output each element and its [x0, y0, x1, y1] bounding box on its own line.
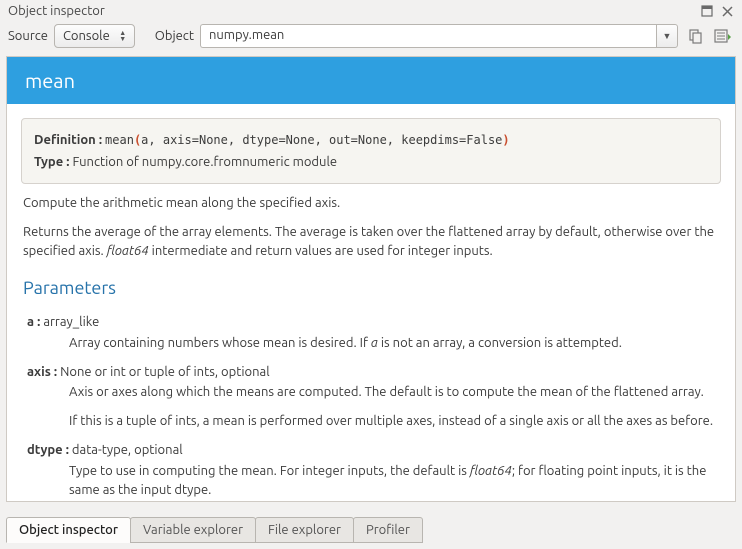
param-dtype-desc: Type to use in computing the mean. For i…	[69, 462, 719, 500]
type-label: Type :	[34, 155, 69, 169]
param-a: a : array_like	[27, 313, 719, 332]
object-dropdown-button[interactable]: ▼	[656, 24, 678, 48]
source-label: Source	[8, 29, 48, 43]
param-axis-desc1: Axis or axes along which the means are c…	[69, 383, 719, 402]
tab-file-explorer[interactable]: File explorer	[255, 517, 354, 543]
param-dtype: dtype : data-type, optional	[27, 441, 719, 460]
copy-icon[interactable]	[684, 25, 706, 47]
object-label: Object	[155, 29, 194, 43]
titlebar: Object inspector	[0, 0, 742, 20]
object-value: numpy.mean	[209, 28, 284, 42]
summary: Compute the arithmetic mean along the sp…	[23, 194, 719, 213]
definition-label: Definition :	[34, 133, 102, 147]
doc-title: mean	[7, 57, 735, 104]
param-a-desc: Array containing numbers whose mean is d…	[69, 334, 719, 353]
close-icon[interactable]	[720, 4, 734, 18]
param-axis: axis : None or int or tuple of ints, opt…	[27, 363, 719, 382]
source-selector[interactable]: Console ▲▼	[54, 24, 135, 48]
description: Returns the average of the array element…	[23, 223, 719, 261]
updown-icon: ▲▼	[118, 30, 128, 42]
object-input[interactable]: numpy.mean	[200, 24, 656, 48]
doc-area: mean Definition : mean(a, axis=None, dty…	[6, 56, 736, 502]
tab-profiler[interactable]: Profiler	[353, 517, 423, 543]
options-icon[interactable]	[712, 25, 734, 47]
bottom-tabs: Object inspector Variable explorer File …	[6, 517, 422, 543]
definition-box: Definition : mean(a, axis=None, dtype=No…	[21, 118, 721, 184]
chevron-down-icon: ▼	[663, 31, 672, 41]
undock-icon[interactable]	[700, 4, 714, 18]
type-value: Function of numpy.core.fromnumeric modul…	[72, 155, 337, 169]
signature: mean(a, axis=None, dtype=None, out=None,…	[105, 133, 510, 147]
parameters-list: a : array_like Array containing numbers …	[23, 313, 719, 500]
window-title: Object inspector	[8, 4, 105, 18]
tab-object-inspector[interactable]: Object inspector	[6, 517, 131, 543]
source-value: Console	[63, 29, 110, 43]
param-axis-desc2: If this is a tuple of ints, a mean is pe…	[69, 412, 719, 431]
parameters-heading: Parameters	[23, 275, 719, 301]
doc-body: Compute the arithmetic mean along the sp…	[7, 194, 735, 499]
toolbar: Source Console ▲▼ Object numpy.mean ▼	[0, 20, 742, 56]
tab-variable-explorer[interactable]: Variable explorer	[130, 517, 256, 543]
